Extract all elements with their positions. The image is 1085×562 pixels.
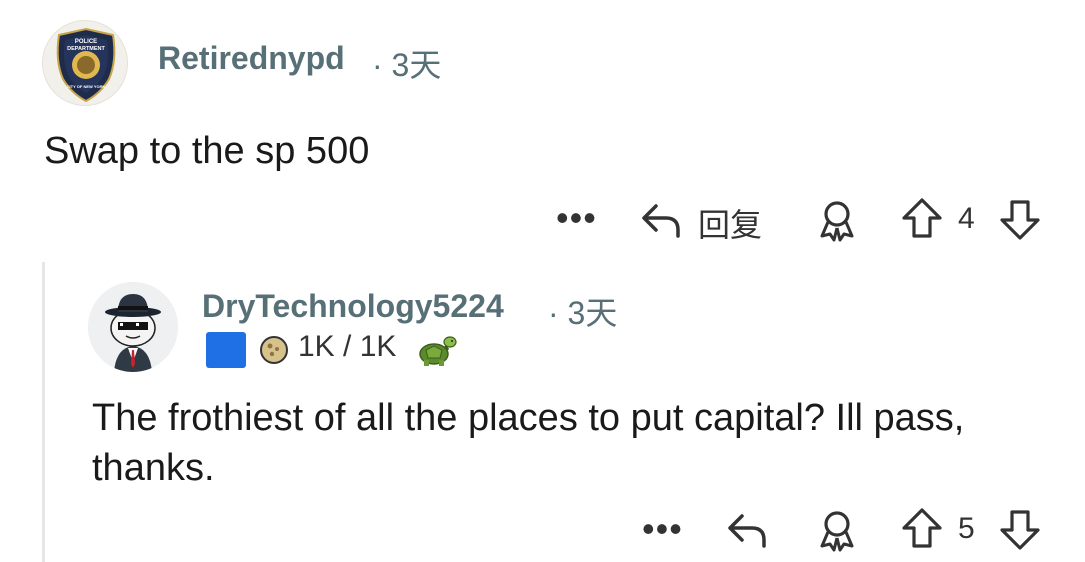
timestamp: 3天 (567, 295, 618, 331)
timestamp: 3天 (391, 47, 442, 83)
comment-username[interactable]: Retirednypd (158, 40, 345, 77)
vote-score: 5 (958, 512, 975, 545)
comment-time: · 3天 (372, 40, 441, 86)
reply-arrow-icon[interactable] (726, 510, 770, 550)
comment-body: The frothiest of all the places to put c… (92, 397, 965, 489)
police-badge-icon: POLICE DEPARTMENT CITY OF NEW YORK (56, 27, 116, 103)
coin-icon (260, 336, 288, 364)
user-avatar-retirednypd[interactable]: POLICE DEPARTMENT CITY OF NEW YORK (42, 20, 128, 106)
more-options-button[interactable]: ••• (642, 511, 683, 547)
meta-separator: · (372, 47, 383, 83)
meta-separator: · (548, 295, 559, 331)
badge-text-mid: DEPARTMENT (67, 46, 105, 52)
vote-score: 4 (958, 202, 975, 235)
karma-flair-text: 1K / 1K (298, 330, 397, 363)
award-icon[interactable] (814, 198, 860, 242)
award-icon[interactable] (814, 508, 860, 552)
upvote-icon[interactable] (900, 506, 944, 552)
user-avatar-drytechnology5224[interactable] (88, 282, 178, 372)
downvote-icon[interactable] (998, 196, 1042, 242)
reply-label: 回复 (698, 207, 763, 243)
reply-arrow-icon (642, 204, 680, 238)
badge-text-bottom: CITY OF NEW YORK (67, 84, 106, 89)
upvote-icon[interactable] (900, 196, 944, 242)
thread-line[interactable] (42, 262, 45, 562)
comment-time: · 3天 (548, 288, 617, 334)
badge-text-top: POLICE (75, 39, 97, 45)
comment-body: Swap to the sp 500 (44, 130, 370, 172)
turtle-icon (419, 336, 457, 366)
downvote-icon[interactable] (998, 506, 1042, 552)
snoo-avatar-icon (88, 282, 178, 372)
comment-username[interactable]: DryTechnology5224 (202, 288, 504, 325)
user-flair-square (206, 332, 246, 368)
more-options-button[interactable]: ••• (556, 200, 597, 236)
